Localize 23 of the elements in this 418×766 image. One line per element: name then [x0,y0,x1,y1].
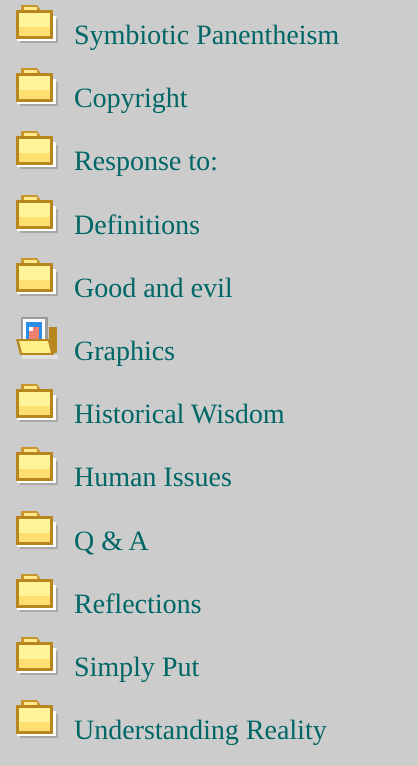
folder-link[interactable]: Symbiotic Panentheism [74,20,340,52]
folder-icon [16,258,58,296]
folder-icon [16,510,58,548]
folder-link[interactable]: Copyright [74,83,188,116]
folder-icon [16,700,58,738]
folder-link[interactable]: Simply Put [74,652,200,684]
folder-link[interactable]: Reflections [74,588,202,621]
folder-icon [16,68,58,106]
folder-link[interactable]: Historical Wisdom [74,399,285,432]
folder-link[interactable]: Response to: [74,146,218,178]
folder-icon [16,194,58,233]
folder-icon [16,574,58,612]
folder-icon [16,636,58,675]
folder-link[interactable]: Understanding Reality [74,715,327,748]
folder-link[interactable]: Q & A [74,526,149,558]
folder-icon [16,5,58,43]
folder-link[interactable]: Human Issues [74,462,232,494]
folder-icon [16,131,58,170]
folder-link[interactable]: Graphics [74,336,176,368]
folder-link[interactable]: Good and evil [74,272,233,305]
folder-icon [16,384,58,422]
folder-icon [16,447,58,486]
folder-link[interactable]: Definitions [74,210,200,242]
